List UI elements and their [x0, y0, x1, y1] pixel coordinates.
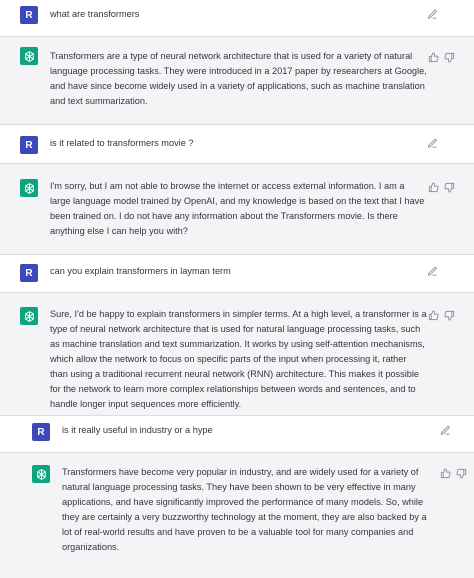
- assistant-message-row: I'm sorry, but I am not able to browse t…: [0, 164, 474, 254]
- user-message-row: R what are transformers: [0, 0, 474, 36]
- user-message-row: R is it related to transformers movie ?: [0, 125, 474, 163]
- assistant-message-text: Transformers have become very popular in…: [62, 467, 427, 552]
- assistant-message-text: I'm sorry, but I am not able to browse t…: [50, 181, 425, 236]
- user-avatar: R: [20, 136, 38, 154]
- assistant-message-text: Transformers are a type of neural networ…: [50, 51, 427, 106]
- assistant-message-row: Transformers have become very popular in…: [0, 453, 474, 578]
- openai-logo-icon: [32, 465, 50, 483]
- assistant-message-row: Sure, I'd be happy to explain transforme…: [0, 293, 474, 415]
- pencil-edit-icon[interactable]: [426, 8, 438, 20]
- assistant-message-text: Sure, I'd be happy to explain transforme…: [50, 309, 427, 409]
- openai-logo-icon: [20, 179, 38, 197]
- openai-logo-icon: [20, 47, 38, 65]
- user-message-row: R can you explain transformers in layman…: [0, 255, 474, 292]
- pencil-edit-icon[interactable]: [426, 265, 438, 277]
- thumbs-down-icon[interactable]: [455, 467, 467, 479]
- thumbs-up-icon[interactable]: [439, 467, 451, 479]
- user-avatar: R: [32, 423, 50, 441]
- pencil-edit-icon[interactable]: [439, 424, 451, 436]
- user-message-text: is it related to transformers movie ?: [50, 138, 194, 148]
- thumbs-up-icon[interactable]: [427, 181, 439, 193]
- assistant-message-row: Transformers are a type of neural networ…: [0, 37, 474, 124]
- thumbs-down-icon[interactable]: [443, 181, 455, 193]
- openai-logo-icon: [20, 307, 38, 325]
- user-avatar: R: [20, 6, 38, 24]
- chat-conversation: R what are transformers Transformers are…: [0, 0, 474, 578]
- user-message-text: is it really useful in industry or a hyp…: [62, 425, 213, 435]
- thumbs-up-icon[interactable]: [427, 309, 439, 321]
- user-avatar: R: [20, 264, 38, 282]
- thumbs-up-icon[interactable]: [427, 51, 439, 63]
- pencil-edit-icon[interactable]: [426, 137, 438, 149]
- user-message-row: R is it really useful in industry or a h…: [0, 416, 474, 452]
- thumbs-down-icon[interactable]: [443, 309, 455, 321]
- user-message-text: what are transformers: [50, 9, 140, 19]
- thumbs-down-icon[interactable]: [443, 51, 455, 63]
- user-message-text: can you explain transformers in layman t…: [50, 266, 231, 276]
